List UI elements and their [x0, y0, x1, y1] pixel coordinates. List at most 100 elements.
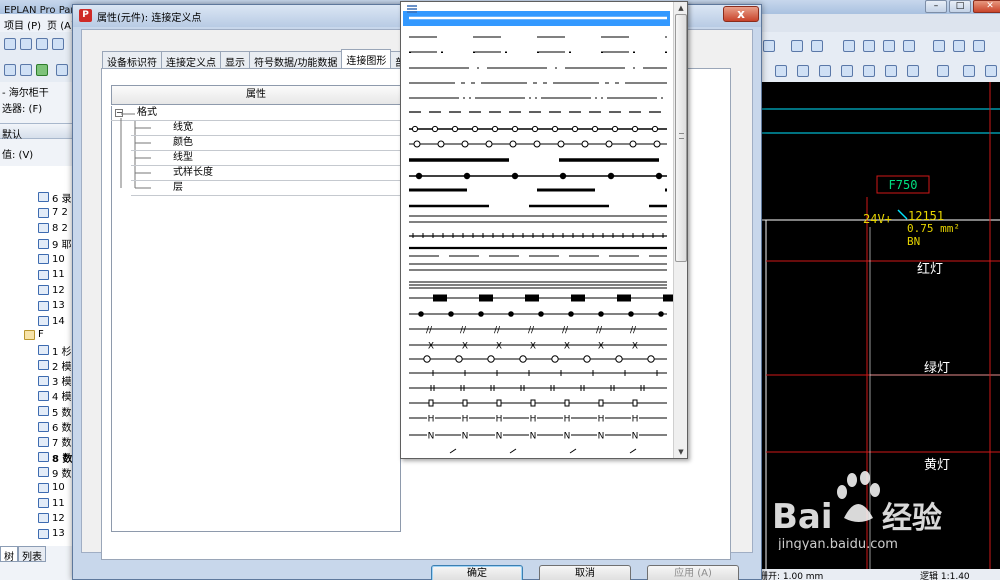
tree-item[interactable]: 14	[38, 314, 65, 328]
scale-icon[interactable]	[56, 64, 68, 76]
scroll-down-icon[interactable]: ▼	[675, 446, 687, 458]
tree-item[interactable]: 12	[38, 511, 65, 525]
tree-item-label: 12	[52, 284, 65, 296]
plugin-icon[interactable]	[36, 64, 48, 76]
tree-item[interactable]: 7 2	[38, 206, 68, 220]
property-label: 线宽	[173, 122, 193, 133]
property-pattern-length[interactable]: 式样长度	[131, 166, 401, 181]
apply-button[interactable]: 应用 (A)	[647, 565, 739, 580]
tab-list[interactable]: 列表	[18, 546, 46, 563]
close-window-button[interactable]: ✕	[973, 0, 1000, 13]
menu-page[interactable]: 页 (A)	[47, 17, 75, 32]
linetype-marker: N	[428, 432, 435, 442]
tree-item[interactable]: 9 耶	[38, 237, 72, 251]
tree-item[interactable]: 5 数	[38, 404, 72, 419]
tool-icon[interactable]	[963, 65, 975, 77]
tree-item[interactable]: 9 数	[38, 465, 72, 480]
pointer-icon[interactable]	[20, 64, 32, 76]
tab-device-tag[interactable]: 设备标识符	[102, 51, 162, 69]
tree-item[interactable]: F	[24, 328, 44, 342]
property-layer[interactable]: 层	[131, 181, 401, 196]
tree-item[interactable]: 12	[38, 283, 65, 297]
tool-icon[interactable]	[843, 40, 855, 52]
baidu-watermark: Bai 经验 jingyan.baidu.com	[772, 471, 942, 550]
tree-item[interactable]: 8 2	[38, 221, 68, 235]
tab-symbol-data[interactable]: 符号数据/功能数据	[249, 51, 343, 69]
page-tree[interactable]: 6 录 7 2 8 2 9 耶 10 11 12 13 14 F 1 杉 2 模 3 模 4 模 5 数 6 …	[0, 166, 75, 546]
tab-display[interactable]: 显示	[220, 51, 250, 69]
tool-icon[interactable]	[775, 65, 787, 77]
ok-button[interactable]: 确定	[431, 565, 523, 580]
tool-icon[interactable]	[885, 65, 897, 77]
tree-item[interactable]: 3 模	[38, 374, 72, 388]
cancel-button[interactable]: 取消	[539, 565, 631, 580]
tool-icon[interactable]	[903, 40, 915, 52]
page-icon	[38, 360, 49, 371]
dialog-close-button[interactable]: x	[723, 6, 759, 22]
tool-icon[interactable]	[933, 40, 945, 52]
property-line-type[interactable]: 线型	[131, 151, 401, 166]
tab-tree[interactable]: 树	[0, 546, 18, 563]
tree-item[interactable]: 10	[38, 481, 65, 495]
tool-icon[interactable]	[907, 65, 919, 77]
dropdown-scrollbar[interactable]: ▲ ▼	[673, 2, 687, 458]
scroll-thumb[interactable]	[675, 14, 687, 262]
tree-item[interactable]: 4 模	[38, 389, 72, 403]
tree-item[interactable]: 2 模	[38, 358, 72, 373]
tree-item[interactable]: 1 杉	[38, 343, 72, 358]
tree-item[interactable]: 7 数	[38, 435, 72, 449]
tree-item[interactable]: 6 录	[38, 190, 72, 205]
new-icon[interactable]	[4, 38, 16, 50]
menu-project[interactable]: 项目 (P)	[4, 17, 41, 32]
tree-item[interactable]: 8 数	[38, 450, 72, 465]
sheet-icon[interactable]	[4, 64, 16, 76]
property-line-width[interactable]: 线宽	[131, 121, 401, 136]
tree-item-label: 2 模	[52, 361, 72, 373]
page-icon	[38, 482, 49, 493]
tool-icon[interactable]	[937, 65, 949, 77]
page-icon	[38, 467, 49, 478]
tool-icon[interactable]	[763, 40, 775, 52]
tree-item[interactable]: 11	[38, 496, 65, 510]
linetype-marker: H	[462, 415, 469, 425]
linetype-marker: N	[564, 432, 571, 442]
left-panel: - 海尔柜干 选器: (F) 默认 值: (V) 6 录 7 2 8 2 9 耶 10 1…	[0, 82, 75, 580]
preview-icon[interactable]	[52, 38, 64, 50]
tree-item-label: 3 模	[52, 377, 72, 389]
paw-pad	[844, 504, 873, 522]
tree-item[interactable]: 6 数	[38, 420, 72, 434]
page-icon	[38, 207, 49, 218]
tree-item[interactable]: 13	[38, 299, 65, 313]
tool-icon[interactable]	[819, 65, 831, 77]
tab-connection-point[interactable]: 连接定义点	[161, 51, 221, 69]
tool-icon[interactable]	[883, 40, 895, 52]
page-icon	[38, 452, 49, 463]
property-color[interactable]: 颜色	[131, 136, 401, 151]
menubar: 项目 (P) 页 (A)	[0, 14, 75, 32]
tool-icon[interactable]	[797, 65, 809, 77]
tool-icon[interactable]	[811, 40, 823, 52]
tool-icon[interactable]	[973, 40, 985, 52]
tool-icon[interactable]	[841, 65, 853, 77]
print-icon[interactable]	[36, 38, 48, 50]
page-icon	[38, 436, 49, 447]
linetype-dropdown[interactable]: //////////////X X X X X X X H H H H H H H N N N N N N N ▲ ▼	[400, 1, 688, 459]
tree-item[interactable]: 11	[38, 268, 65, 282]
maximize-button[interactable]: □	[949, 0, 971, 13]
tool-icon[interactable]	[953, 40, 965, 52]
tree-item[interactable]: 10	[38, 252, 65, 266]
filter-dropdown[interactable]: 默认	[0, 123, 75, 141]
scroll-up-icon[interactable]: ▲	[675, 2, 687, 14]
tree-item-label: F	[38, 329, 44, 341]
tool-icon[interactable]	[985, 65, 997, 77]
tool-icon[interactable]	[863, 65, 875, 77]
copy-icon[interactable]	[20, 38, 32, 50]
page-icon	[38, 300, 49, 311]
minimize-button[interactable]: –	[925, 0, 947, 13]
tool-icon[interactable]	[791, 40, 803, 52]
tool-icon[interactable]	[863, 40, 875, 52]
tree-item[interactable]: 13	[38, 527, 65, 541]
linetype-marker: N	[598, 432, 605, 442]
linetype-marker: H	[598, 415, 605, 425]
tab-connection-graphics[interactable]: 连接图形	[341, 49, 392, 68]
